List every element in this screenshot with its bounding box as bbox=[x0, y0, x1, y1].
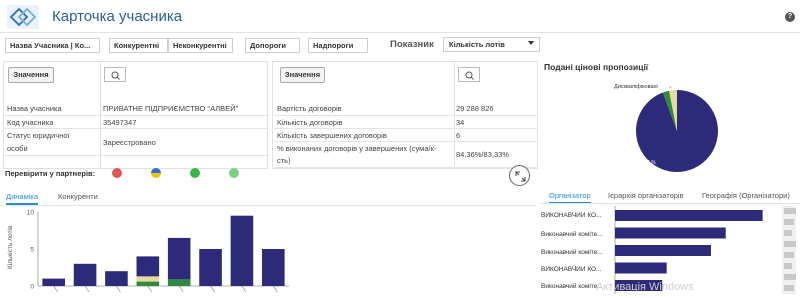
tab-noncompetitive[interactable]: Неконкурентні bbox=[168, 38, 233, 53]
bar[interactable] bbox=[199, 249, 222, 286]
app-logo bbox=[7, 5, 39, 29]
bar[interactable] bbox=[167, 279, 191, 286]
scrollbar-preview bbox=[784, 241, 796, 247]
scrollbar-preview bbox=[784, 252, 794, 258]
org-label: ВИКОНАВЧИЙ КО... bbox=[541, 212, 602, 219]
row-key: Вартість договорів bbox=[277, 104, 342, 113]
expand-button[interactable] bbox=[509, 165, 530, 186]
x-tick bbox=[273, 285, 278, 293]
expand-icon bbox=[515, 171, 526, 182]
row-value: 84,36%/83,33% bbox=[456, 150, 509, 159]
dynamics-chart: 0 5 10 Кількість лотів bbox=[6, 210, 289, 293]
row-value: 34 bbox=[456, 118, 465, 127]
partner-green-icon[interactable] bbox=[190, 168, 200, 178]
org-bar[interactable] bbox=[615, 245, 711, 256]
scrollbar-preview bbox=[784, 219, 794, 225]
x-tick bbox=[178, 285, 184, 293]
chevron-down-icon bbox=[528, 41, 534, 45]
tab-organizer-hierarchy[interactable]: Ієрархія організаторів bbox=[608, 191, 684, 202]
bar[interactable] bbox=[167, 237, 191, 280]
row-key: Назва учасника bbox=[7, 104, 62, 113]
indicator-select[interactable]: Кількість лотів bbox=[443, 37, 540, 52]
bar[interactable] bbox=[136, 276, 160, 282]
y-tick-label: 10 bbox=[27, 210, 35, 217]
search-icon bbox=[465, 71, 474, 80]
org-bar[interactable] bbox=[615, 227, 726, 239]
y-tick-label: 5 bbox=[30, 247, 34, 254]
title-bar: Карточка учасника ? bbox=[0, 0, 800, 33]
row-key-line2: сть) bbox=[277, 156, 291, 165]
values-button-right[interactable]: Значення bbox=[280, 67, 325, 83]
x-tick bbox=[116, 285, 121, 293]
pie-title: Подані цінові пропозиції bbox=[544, 62, 649, 72]
org-label: Виконавчий коміте... bbox=[541, 231, 603, 238]
pie-percent-label: 94.4 % bbox=[640, 160, 656, 166]
x-tick bbox=[147, 285, 153, 293]
tab-divider bbox=[540, 203, 800, 204]
bar[interactable] bbox=[262, 249, 285, 286]
table-row: Вартість договорів 29 288 826 bbox=[274, 101, 538, 116]
tab-organizer-geography[interactable]: Географія (Організатори) bbox=[702, 191, 790, 202]
x-tick bbox=[241, 285, 247, 293]
scrollbar-preview bbox=[784, 208, 796, 214]
bar[interactable] bbox=[230, 215, 254, 286]
row-value: 29 288 826 bbox=[456, 104, 494, 113]
row-key: Кількість завершених договорів bbox=[277, 131, 387, 140]
table-row: Код учасника 35497347 bbox=[5, 116, 268, 129]
x-tick bbox=[84, 285, 90, 293]
search-box-right[interactable] bbox=[458, 67, 480, 82]
page-title: Карточка учасника bbox=[52, 8, 183, 25]
windows-watermark: Активація Windows bbox=[596, 281, 694, 293]
row-key: % виконаних договорів у завершених (сума… bbox=[277, 144, 437, 153]
tab-above-threshold[interactable]: Надпороги bbox=[308, 38, 368, 53]
indicator-label: Показник bbox=[390, 39, 434, 50]
tab-participant-name[interactable]: Назва Учасника | Ко... bbox=[5, 38, 100, 53]
row-key-line2: особи bbox=[7, 144, 28, 153]
tab-competitors[interactable]: Конкуренти bbox=[58, 192, 98, 203]
row-key: Код учасника bbox=[7, 118, 54, 127]
pie-leader-line bbox=[669, 86, 672, 89]
values-button-left[interactable]: Значення bbox=[8, 67, 54, 83]
scrollbar-preview bbox=[784, 274, 796, 280]
scrollbar-preview bbox=[784, 230, 792, 236]
indicator-value: Кількість лотів bbox=[449, 40, 505, 49]
tab-dynamics[interactable]: Динаміка bbox=[6, 192, 39, 205]
table-row: Кількість договорів 34 bbox=[274, 116, 538, 129]
row-value: 6 bbox=[456, 131, 461, 140]
pie-legend-label: Дискваліфіковані bbox=[614, 84, 658, 90]
partners-label: Перевірити у партнерів: bbox=[5, 169, 96, 178]
search-icon bbox=[111, 71, 120, 80]
search-box-left[interactable] bbox=[104, 67, 126, 82]
y-tick-label: 0 bbox=[30, 284, 34, 291]
x-tick bbox=[53, 285, 58, 293]
partner-leaf-icon[interactable] bbox=[229, 168, 239, 178]
tab-competitive[interactable]: Конкурентні bbox=[109, 38, 168, 53]
bar[interactable] bbox=[73, 263, 97, 286]
table-row: % виконаних договорів у завершених (сума… bbox=[274, 142, 538, 168]
row-key: Статус юридичної bbox=[7, 131, 70, 140]
row-value: ПРИВАТНЕ ПІДПРИЄМСТВО "АЛВЕЙ" bbox=[103, 104, 239, 113]
y-axis-label: Кількість лотів bbox=[6, 225, 14, 269]
org-bar[interactable] bbox=[615, 262, 667, 274]
table-row: Назва учасника ПРИВАТНЕ ПІДПРИЄМСТВО "АЛ… bbox=[5, 101, 268, 116]
bar[interactable] bbox=[105, 271, 128, 286]
table-row: Статус юридичної особи Зареєстровано bbox=[5, 129, 268, 156]
scrollbar-preview bbox=[784, 263, 792, 269]
bar[interactable] bbox=[42, 278, 65, 286]
x-tick bbox=[210, 285, 215, 293]
row-value: 35497347 bbox=[103, 118, 137, 127]
row-key: Кількість договорів bbox=[277, 118, 343, 127]
org-label: ВИКОНАВЧИЙ КО... bbox=[541, 266, 602, 273]
help-icon[interactable]: ? bbox=[785, 12, 795, 22]
partner-trident-icon[interactable] bbox=[151, 168, 161, 178]
scrollbar-preview bbox=[784, 285, 794, 291]
tab-below-threshold[interactable]: Допороги bbox=[245, 38, 300, 53]
row-value: Зареєстровано bbox=[103, 138, 156, 147]
partner-stop-icon[interactable] bbox=[112, 168, 122, 178]
org-label: Виконавчий коміте... bbox=[541, 249, 603, 256]
org-bar[interactable] bbox=[615, 210, 763, 221]
bar[interactable] bbox=[136, 281, 160, 286]
table-row: Кількість завершених договорів 6 bbox=[274, 129, 538, 142]
bar[interactable] bbox=[136, 256, 160, 277]
